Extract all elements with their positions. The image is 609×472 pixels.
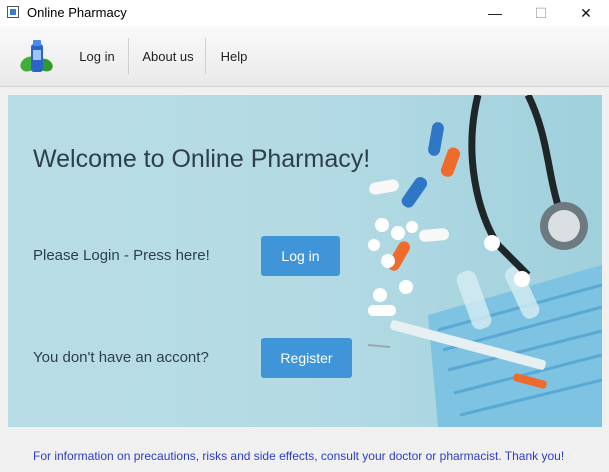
footer-notice: For information on precautions, risks an… [33, 449, 565, 463]
login-button[interactable]: Log in [261, 236, 340, 276]
menu-help-button[interactable]: Help [208, 36, 260, 76]
hero-panel: Welcome to Online Pharmacy! Please Login… [8, 95, 602, 427]
menu-bar: Log in About us Help [0, 26, 609, 87]
menu-separator [205, 38, 206, 74]
register-button[interactable]: Register [261, 338, 352, 378]
title-bar: Online Pharmacy — ☐ ✕ [0, 0, 609, 26]
close-button[interactable]: ✕ [563, 0, 609, 26]
menu-login-button[interactable]: Log in [68, 36, 126, 76]
login-prompt-text: Please Login - Press here! [33, 247, 210, 264]
app-window-icon [7, 6, 19, 18]
welcome-heading: Welcome to Online Pharmacy! [33, 145, 371, 173]
minimize-button[interactable]: — [472, 0, 518, 26]
menu-about-button[interactable]: About us [131, 36, 205, 76]
window-title: Online Pharmacy [27, 5, 127, 20]
pharmacy-logo-icon [20, 40, 53, 72]
menu-separator [128, 38, 129, 74]
register-prompt-text: You don't have an accont? [33, 349, 209, 366]
maximize-button[interactable]: ☐ [518, 0, 564, 26]
